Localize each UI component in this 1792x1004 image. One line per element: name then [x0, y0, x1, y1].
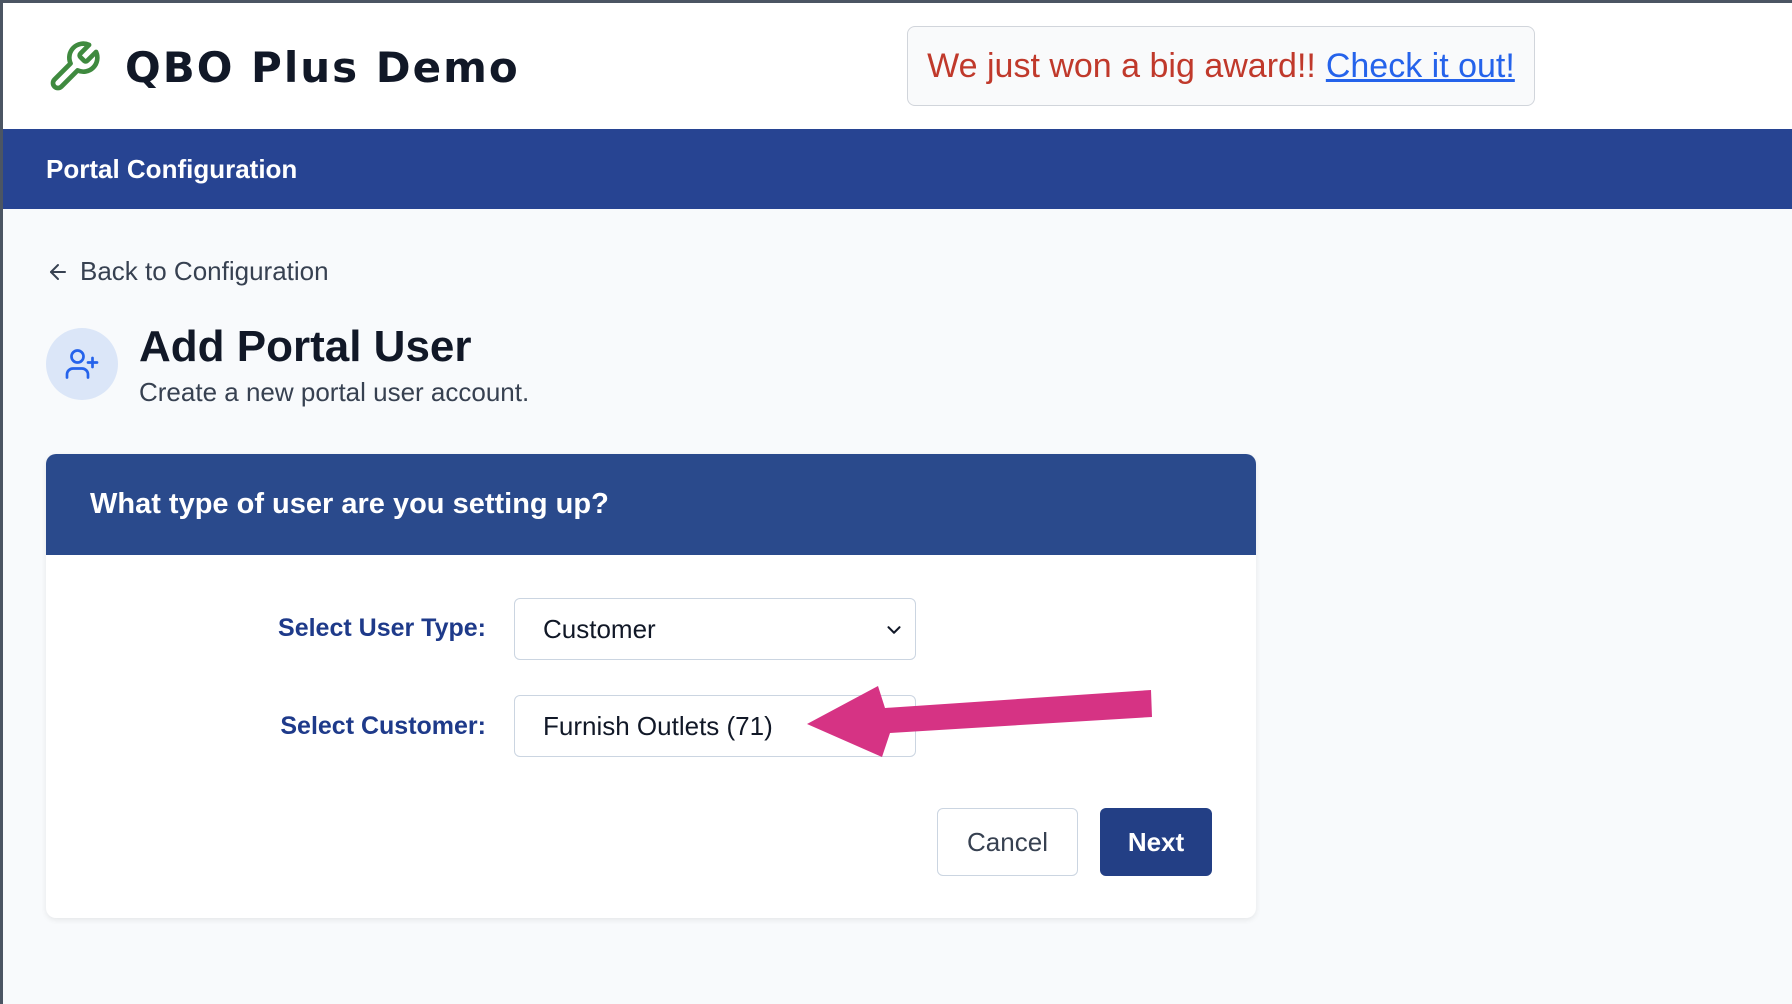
next-button[interactable]: Next	[1100, 808, 1212, 876]
wrench-icon	[50, 41, 100, 91]
page-subtitle: Create a new portal user account.	[139, 377, 530, 407]
customer-value: Furnish Outlets (71)	[543, 710, 773, 741]
user-type-value: Customer	[543, 613, 656, 644]
app-title: QBO Plus Demo	[125, 43, 520, 92]
announcement-text: We just won a big award!!	[927, 46, 1316, 85]
announcement-banner: We just won a big award!! Check it out!	[907, 26, 1535, 106]
nav-title[interactable]: Portal Configuration	[46, 154, 297, 185]
user-type-label: Select User Type:	[278, 614, 486, 642]
card-header: What type of user are you setting up?	[46, 454, 1256, 555]
cancel-button[interactable]: Cancel	[937, 808, 1078, 876]
user-plus-icon	[65, 349, 99, 379]
navbar: Portal Configuration	[0, 129, 1792, 209]
back-link-label: Back to Configuration	[80, 256, 329, 286]
avatar	[46, 328, 118, 400]
user-type-select[interactable]: Customer	[514, 598, 916, 660]
customer-label: Select Customer:	[280, 712, 486, 740]
back-to-configuration-link[interactable]: Back to Configuration	[46, 256, 329, 287]
window-frame-left	[0, 0, 3, 1004]
page-title: Add Portal User	[139, 322, 472, 371]
card-heading: What type of user are you setting up?	[90, 488, 609, 520]
top-header: QBO Plus Demo We just won a big award!! …	[0, 3, 1792, 129]
arrow-annotation	[807, 686, 1152, 757]
chevron-down-icon	[887, 626, 901, 634]
arrow-left-icon	[50, 263, 66, 280]
announcement-link[interactable]: Check it out!	[1326, 47, 1515, 86]
